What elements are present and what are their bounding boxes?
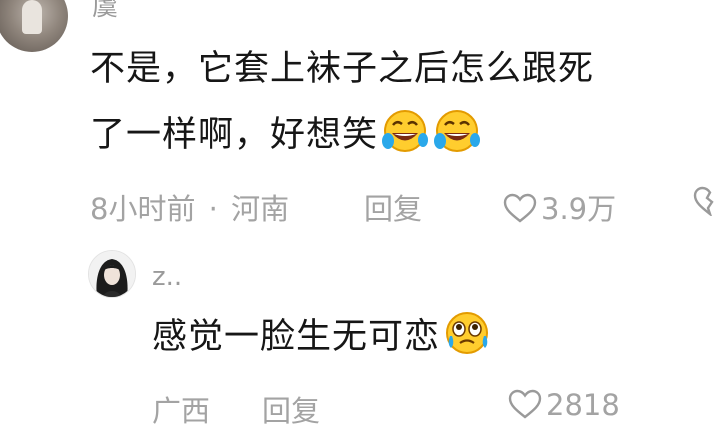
like-button[interactable]: 2818 <box>508 388 620 422</box>
like-button[interactable]: 3.9万 <box>503 186 616 228</box>
comment-time: 广西 <box>152 394 211 428</box>
meta-separator: · <box>208 192 218 226</box>
like-count: 3.9万 <box>541 192 617 226</box>
comment-text-line-2-wrap: 了一样啊，好想笑 <box>90 108 482 162</box>
comment-username[interactable]: z.. <box>152 262 182 292</box>
comment-time: 8小时前 <box>90 192 196 226</box>
broken-heart-icon[interactable] <box>693 186 720 216</box>
comment-text-wrap: 感觉一脸生无可恋 <box>152 310 492 364</box>
avatar-image <box>89 251 135 297</box>
laughing-emoji-icon <box>434 110 481 152</box>
reply-button[interactable]: 回复 <box>262 388 320 430</box>
comment-username[interactable]: 虞 <box>92 0 119 23</box>
heart-icon <box>503 193 537 223</box>
comment-text-line-1: 不是，它套上袜子之后怎么跟死 <box>90 49 595 89</box>
comment-meta: 8小时前 · 河南 <box>90 186 289 228</box>
avatar[interactable] <box>0 0 68 52</box>
laughing-emoji-icon <box>382 110 429 152</box>
pleading-emoji-icon <box>446 312 489 354</box>
comment-location: 河南 <box>231 192 290 226</box>
comment-text-line-2: 了一样啊，好想笑 <box>90 115 379 155</box>
reply-button[interactable]: 回复 <box>364 186 422 228</box>
heart-icon <box>508 389 542 419</box>
like-count: 2818 <box>546 388 620 422</box>
avatar[interactable] <box>88 250 136 298</box>
comment-text: 感觉一脸生无可恋 <box>152 317 441 357</box>
